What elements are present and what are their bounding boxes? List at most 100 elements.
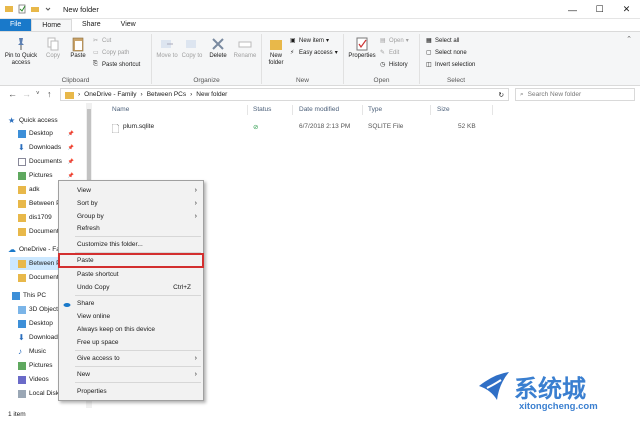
- breadcrumb-new-folder[interactable]: New folder: [196, 91, 227, 98]
- new-item-button[interactable]: ▣ New item ▾: [290, 37, 329, 45]
- copy-to-button[interactable]: Copy to: [180, 36, 204, 60]
- menu-item-paste-shortcut[interactable]: Paste shortcut: [59, 268, 203, 281]
- column-divider[interactable]: [430, 105, 431, 115]
- rename-button[interactable]: Rename: [232, 36, 258, 60]
- invert-selection-button[interactable]: ◫ Invert selection: [426, 61, 475, 69]
- select-none-label: Select none: [435, 49, 467, 56]
- tab-share[interactable]: Share: [72, 19, 111, 31]
- search-input[interactable]: ⌕ Search New folder: [515, 88, 635, 101]
- refresh-icon[interactable]: ↻: [499, 91, 504, 99]
- minimize-button[interactable]: —: [559, 0, 586, 19]
- properties-icon[interactable]: [17, 4, 27, 14]
- properties-button[interactable]: Properties: [346, 36, 378, 60]
- nav-documents[interactable]: Documents 📌: [18, 155, 86, 168]
- file-date: 6/7/2018 2:13 PM: [299, 123, 351, 130]
- forward-arrow-icon[interactable]: →: [22, 89, 31, 99]
- collapse-ribbon-icon[interactable]: ⌃: [626, 35, 632, 43]
- file-name[interactable]: plum.sqlite: [123, 123, 154, 130]
- cut-button[interactable]: ✂ Cut: [93, 37, 111, 45]
- nav-folder-documents[interactable]: Documents: [18, 225, 62, 238]
- menu-item-refresh[interactable]: Refresh: [59, 222, 203, 235]
- move-to-button[interactable]: Move to: [155, 36, 179, 60]
- menu-label: View online: [77, 313, 111, 320]
- nav-downloads[interactable]: ⬇ Downloads 📌: [18, 141, 86, 154]
- paste-shortcut-button[interactable]: ⎘ Paste shortcut: [93, 61, 140, 68]
- select-none-button[interactable]: ▢ Select none: [426, 49, 467, 57]
- menu-item-give-access[interactable]: Give access to ›: [59, 352, 203, 365]
- breadcrumb-between-pcs[interactable]: Between PCs: [147, 91, 186, 98]
- menu-item-paste[interactable]: Paste: [58, 253, 204, 268]
- paste-button[interactable]: Paste: [66, 36, 90, 60]
- column-header-date[interactable]: Date modified: [299, 106, 339, 113]
- nav-label: Documents: [29, 158, 62, 165]
- properties-icon: [356, 37, 368, 51]
- open-group-label: Open: [373, 77, 390, 84]
- menu-item-new[interactable]: New ›: [59, 368, 203, 381]
- recent-locations-chevron-icon[interactable]: ˅: [36, 91, 40, 97]
- chevron-down-icon[interactable]: [43, 4, 53, 14]
- close-button[interactable]: ✕: [613, 0, 640, 19]
- address-field[interactable]: › OneDrive - Family › Between PCs › New …: [60, 88, 509, 101]
- menu-item-customize-folder[interactable]: Customize this folder...: [59, 238, 203, 251]
- pin-icon[interactable]: 📌: [68, 145, 74, 151]
- title-bar: New folder — ☐ ✕: [0, 0, 640, 19]
- menu-item-undo-copy[interactable]: Undo Copy Ctrl+Z: [59, 281, 203, 294]
- new-folder-icon[interactable]: [30, 4, 40, 14]
- column-header-name[interactable]: Name: [112, 106, 129, 113]
- pin-icon[interactable]: 📌: [68, 131, 74, 137]
- breadcrumb-onedrive[interactable]: OneDrive - Family: [84, 91, 136, 98]
- menu-separator: [75, 252, 201, 253]
- column-header-size[interactable]: Size: [437, 106, 450, 113]
- menu-item-sort-by[interactable]: Sort by ›: [59, 197, 203, 210]
- nav-this-pc[interactable]: This PC: [12, 289, 46, 302]
- new-folder-button[interactable]: New folder: [264, 36, 288, 67]
- column-divider[interactable]: [492, 105, 493, 115]
- edit-button[interactable]: ✎ Edit: [380, 49, 399, 57]
- nav-folder-adk[interactable]: adk: [18, 183, 39, 196]
- copy-path-button[interactable]: ▭ Copy path: [93, 49, 129, 57]
- new-item-icon: ▣: [290, 38, 296, 44]
- delete-button[interactable]: Delete: [206, 36, 230, 60]
- pin-icon[interactable]: 📌: [68, 159, 74, 165]
- pin-icon[interactable]: 📌: [68, 173, 74, 179]
- tab-file[interactable]: File: [0, 19, 32, 31]
- nav-desktop[interactable]: Desktop 📌: [18, 127, 86, 140]
- scissors-icon: ✂: [93, 38, 99, 44]
- copy-button[interactable]: Copy: [42, 36, 64, 60]
- back-arrow-icon[interactable]: ←: [8, 89, 17, 99]
- column-divider[interactable]: [247, 105, 248, 115]
- pin-icon: [18, 38, 24, 50]
- nav-onedrive-documents[interactable]: Documents: [18, 271, 62, 284]
- folder-icon: [18, 273, 26, 282]
- nav-pc-desktop[interactable]: Desktop: [18, 317, 53, 330]
- menu-item-view[interactable]: View ›: [59, 184, 203, 197]
- nav-quick-access[interactable]: ★ Quick access: [8, 114, 58, 127]
- history-button[interactable]: ◷ History: [380, 61, 408, 69]
- column-header-status[interactable]: Status: [253, 106, 271, 113]
- menu-item-share[interactable]: Share: [59, 297, 203, 310]
- new-group-label: New: [295, 77, 309, 84]
- menu-item-always-keep[interactable]: Always keep on this device: [59, 323, 203, 336]
- easy-access-button[interactable]: ⚡ Easy access ▾: [290, 49, 338, 57]
- pin-to-quick-access-button[interactable]: Pin to Quick access: [2, 36, 40, 67]
- up-arrow-icon[interactable]: ↑: [47, 89, 52, 99]
- menu-item-free-up-space[interactable]: Free up space: [59, 336, 203, 349]
- column-divider[interactable]: [362, 105, 363, 115]
- tab-view[interactable]: View: [111, 19, 146, 31]
- menu-item-properties[interactable]: Properties: [59, 385, 203, 398]
- select-all-button[interactable]: ▦ Select all: [426, 37, 459, 45]
- nav-music[interactable]: ♪ Music: [18, 345, 46, 358]
- menu-item-view-online[interactable]: View online: [59, 310, 203, 323]
- nav-label: Desktop: [29, 320, 53, 327]
- nav-3d-objects[interactable]: 3D Objects: [18, 303, 61, 316]
- tab-home[interactable]: Home: [31, 19, 72, 31]
- maximize-button[interactable]: ☐: [586, 0, 613, 19]
- nav-videos[interactable]: Videos: [18, 373, 49, 386]
- column-divider[interactable]: [292, 105, 293, 115]
- column-header-type[interactable]: Type: [368, 106, 382, 113]
- nav-pc-pictures[interactable]: Pictures: [18, 359, 52, 372]
- open-button[interactable]: ▤ Open ▾: [380, 37, 409, 45]
- paste-shortcut-icon: ⎘: [93, 61, 98, 67]
- nav-pc-downloads[interactable]: ⬇ Downloads: [18, 331, 61, 344]
- nav-folder-dis1709[interactable]: dis1709: [18, 211, 52, 224]
